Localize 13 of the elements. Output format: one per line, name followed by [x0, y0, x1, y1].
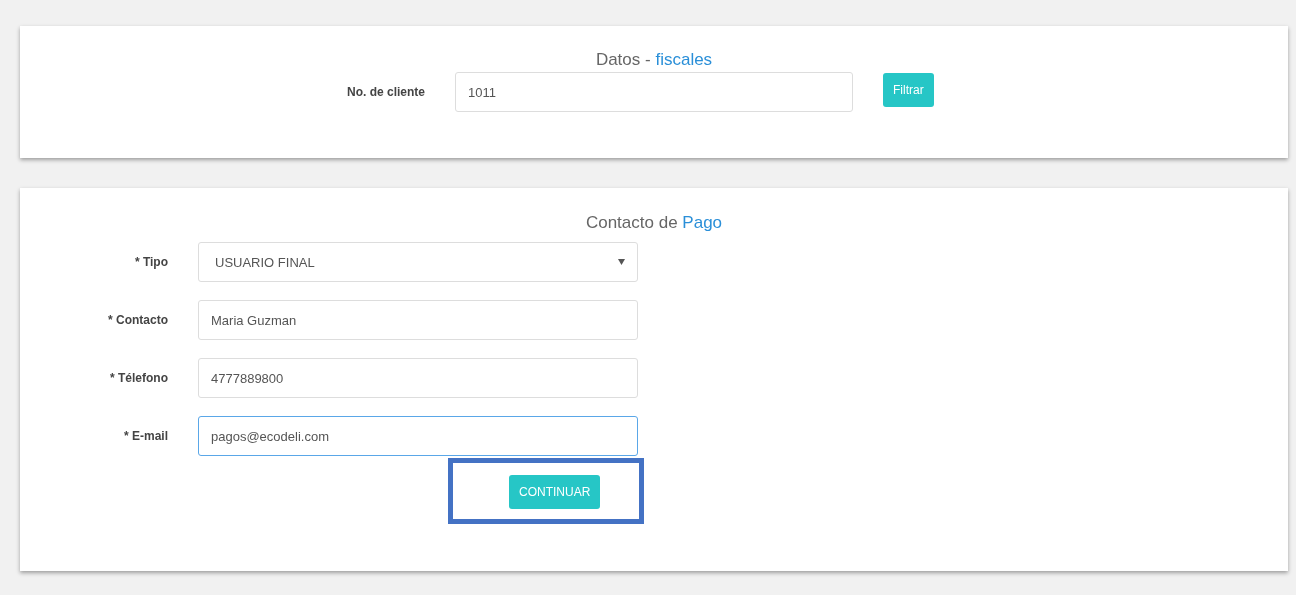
field-label: No. de cliente: [345, 85, 425, 99]
type-dropdown[interactable]: USUARIO FINAL: [198, 242, 638, 282]
field-label: * Contacto: [107, 313, 168, 327]
input-field[interactable]: 4777889800: [198, 358, 638, 398]
field-label: * Tipo: [133, 255, 168, 269]
field-label: * E-mail: [123, 429, 168, 443]
client-number-field[interactable]: 1011: [455, 72, 853, 112]
field-label: * Télefono: [109, 371, 168, 385]
caret-icon: [618, 259, 625, 265]
input-field[interactable]: pagos@ecodeli.com: [198, 416, 638, 456]
section-title: Datos - fiscales: [594, 50, 714, 70]
section-title: Contacto de Pago: [584, 213, 724, 233]
input-field[interactable]: Maria Guzman: [198, 300, 638, 340]
